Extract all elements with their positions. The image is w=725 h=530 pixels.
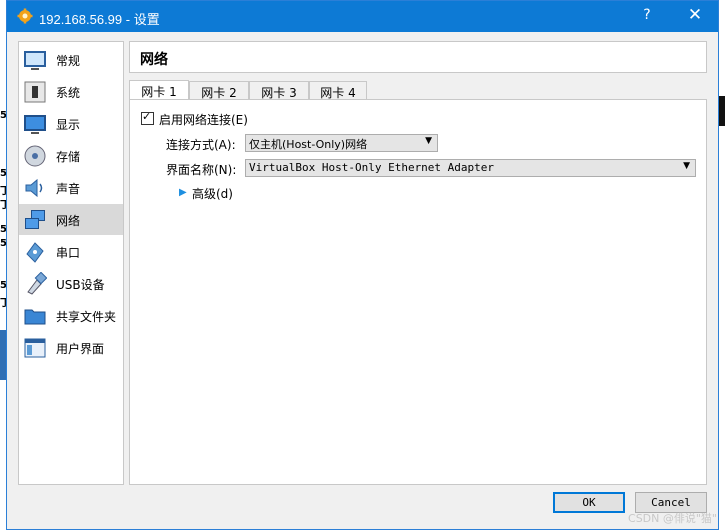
advanced-toggle[interactable]: 高级(d) [192,185,233,202]
sidebar-item-user-interface[interactable]: 用户界面 [19,332,123,363]
expand-arrow-icon[interactable]: ▶ [179,187,187,198]
sidebar-item-label: 声音 [56,182,81,196]
enable-network-label[interactable]: 启用网络连接(E) [159,111,248,128]
sidebar-item-label: USB设备 [56,278,105,292]
interface-name-select[interactable]: VirtualBox Host-Only Ethernet Adapter ▼ [245,159,696,177]
virtualbox-gear-icon [17,8,33,24]
page-header: 网络 [129,41,707,73]
general-icon [24,51,46,70]
close-button[interactable]: ✕ [683,5,707,25]
system-icon [24,81,46,103]
sidebar-item-label: 显示 [56,118,81,132]
dropdown-arrow-icon: ▼ [425,136,432,146]
check-icon: ✓ [142,110,152,123]
title-bar[interactable]: 192.168.56.99 - 设置 ? ✕ [7,1,718,32]
serial-port-icon [26,242,44,263]
usb-icon [27,272,47,295]
display-icon [24,115,46,134]
sidebar-item-label: 系统 [56,86,81,100]
sidebar-item-shared-folders[interactable]: 共享文件夹 [19,300,123,331]
tab-adapter-3[interactable]: 网卡 3 [249,81,309,100]
sidebar-item-general[interactable]: 常规 [19,44,123,75]
enable-network-checkbox[interactable]: ✓ [141,110,154,125]
network-icon [25,210,45,229]
attached-to-select[interactable]: 仅主机(Host-Only)网络 ▼ [245,134,438,152]
sidebar-item-label: 共享文件夹 [56,310,117,324]
settings-dialog: 192.168.56.99 - 设置 ? ✕ 常规 系统 显示 存储 声音 网络… [6,0,719,530]
sidebar-item-usb[interactable]: USB设备 [19,268,123,299]
attached-to-label: 连接方式(A): [166,138,236,152]
window-title: 192.168.56.99 - 设置 [39,12,160,27]
page-title: 网络 [140,52,168,68]
sidebar-item-label: 串口 [56,246,81,260]
interface-name-label: 界面名称(N): [166,163,237,177]
settings-sidebar: 常规 系统 显示 存储 声音 网络 串口 USB设备 共享文件夹 用户界面 [18,41,124,485]
sidebar-item-network[interactable]: 网络 [19,204,123,235]
storage-icon [24,145,46,167]
tab-adapter-2[interactable]: 网卡 2 [189,81,249,100]
watermark: CSDN @俳说"猫" [628,512,717,525]
sidebar-item-label: 常规 [56,54,81,68]
tab-adapter-1[interactable]: 网卡 1 [129,80,189,100]
audio-icon [25,178,43,198]
interface-name-value: VirtualBox Host-Only Ethernet Adapter [249,161,495,174]
tab-panel-adapter-1: ✓ 启用网络连接(E) 连接方式(A): 仅主机(Host-Only)网络 ▼ … [129,99,707,485]
sidebar-item-label: 存储 [56,150,81,164]
attached-to-value: 仅主机(Host-Only)网络 [249,138,368,151]
user-interface-icon [24,338,46,358]
help-button[interactable]: ? [637,7,657,23]
shared-folder-icon [24,309,46,325]
sidebar-item-label: 网络 [56,214,81,228]
sidebar-item-display[interactable]: 显示 [19,108,123,139]
sidebar-item-storage[interactable]: 存储 [19,140,123,171]
tab-adapter-4[interactable]: 网卡 4 [309,81,367,100]
sidebar-item-serial-port[interactable]: 串口 [19,236,123,267]
dropdown-arrow-icon: ▼ [683,161,690,171]
ok-button[interactable]: OK [553,492,625,513]
sidebar-item-label: 用户界面 [56,342,105,356]
sidebar-item-system[interactable]: 系统 [19,76,123,107]
sidebar-item-audio[interactable]: 声音 [19,172,123,203]
